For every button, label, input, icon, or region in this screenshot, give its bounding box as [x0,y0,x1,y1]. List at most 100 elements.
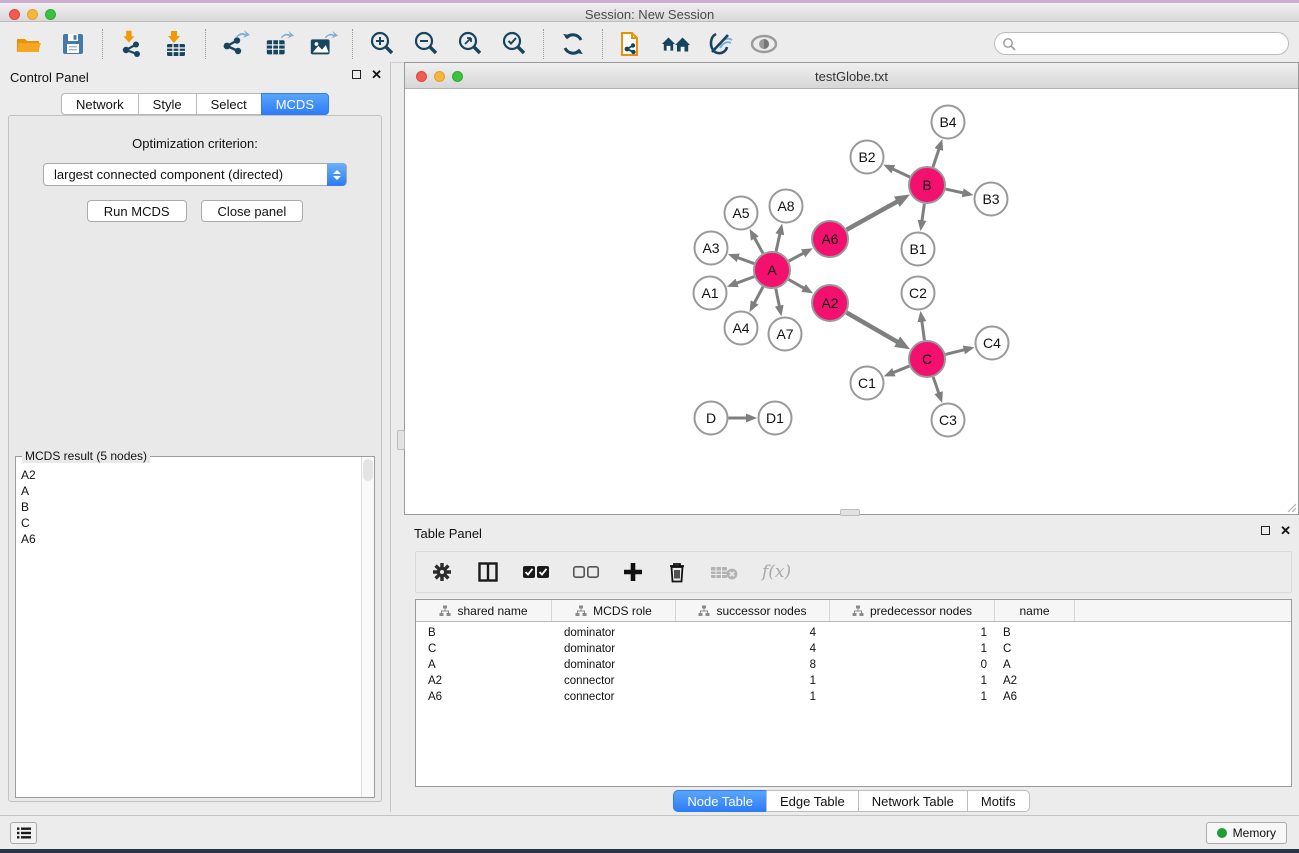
graph-edge-C-C3[interactable] [933,377,940,398]
float-panel-icon[interactable] [352,70,361,79]
import-table-button[interactable] [161,29,191,59]
refresh-button[interactable] [558,29,588,59]
mcds-result-item[interactable]: C [21,515,360,531]
graph-node-A[interactable]: A [754,252,790,288]
column-header-predecessor-nodes[interactable]: predecessor nodes [830,600,995,621]
table-settings-button[interactable] [430,560,454,584]
graph-node-B1[interactable]: B1 [902,233,935,266]
tab-mcds[interactable]: MCDS [261,93,329,115]
function-builder-button[interactable]: f(x) [762,562,791,582]
graph-node-D1[interactable]: D1 [759,402,792,435]
graph-edge-A-A8[interactable] [776,228,781,251]
graph-node-C3[interactable]: C3 [932,404,965,437]
mcds-result-item[interactable]: A6 [21,531,360,547]
column-header-shared-name[interactable]: shared name [416,600,552,621]
graph-node-C[interactable]: C [909,341,945,377]
run-mcds-button[interactable]: Run MCDS [87,200,187,222]
graph-edge-C-C1[interactable] [888,366,909,374]
tab-style[interactable]: Style [138,93,196,115]
graph-edge-A-A7[interactable] [776,289,781,312]
delete-column-button[interactable] [666,560,688,584]
column-header-MCDS-role[interactable]: MCDS role [552,600,676,621]
result-scrollbar[interactable] [361,457,374,797]
result-scrollbar-thumb[interactable] [363,459,373,481]
graph-node-A1[interactable]: A1 [694,277,727,310]
optimization-criterion-select[interactable]: largest connected component (directed) [43,163,347,186]
export-network-button[interactable] [220,29,250,59]
graph-edge-A-A1[interactable] [731,277,754,285]
graph-node-A7[interactable]: A7 [769,318,802,351]
graph-edge-B-B2[interactable] [888,167,910,177]
float-table-panel-icon[interactable] [1261,526,1270,535]
tab-select[interactable]: Select [196,93,261,115]
graph-node-C2[interactable]: C2 [902,277,935,310]
graph-node-B2[interactable]: B2 [851,141,884,174]
save-session-button[interactable] [58,29,88,59]
graph-edge-A2-C[interactable] [846,312,904,346]
graph-node-A3[interactable]: A3 [695,232,728,265]
mcds-result-item[interactable]: B [21,499,360,515]
tab-node-table[interactable]: Node Table [673,790,766,812]
home-button[interactable] [661,29,691,59]
graph-edge-C-C4[interactable] [945,348,969,354]
graph-edge-B-B3[interactable] [946,189,969,194]
graph-node-A8[interactable]: A8 [770,190,803,223]
search-input[interactable] [994,32,1289,55]
splitter-grip-left[interactable] [397,430,405,450]
graph-node-A6[interactable]: A6 [812,221,848,257]
graph-node-B3[interactable]: B3 [975,183,1008,216]
graph-node-D[interactable]: D [695,402,728,435]
close-panel-button[interactable]: Close panel [201,200,304,222]
column-header-successor-nodes[interactable]: successor nodes [676,600,830,621]
destroy-table-button[interactable] [710,563,740,581]
graph-edge-A-A6[interactable] [789,251,809,262]
export-image-button[interactable] [308,29,338,59]
birds-eye-button[interactable] [749,29,779,59]
zoom-out-button[interactable] [411,29,441,59]
column-browse-button[interactable] [476,560,500,584]
graph-node-C1[interactable]: C1 [851,367,884,400]
table-row[interactable]: Bdominator41B [416,625,1291,641]
close-table-panel-icon[interactable]: ✕ [1280,526,1291,535]
graph-edge-A-A5[interactable] [752,233,763,253]
graph-node-A5[interactable]: A5 [725,197,758,230]
resize-grip-icon[interactable] [1285,501,1297,513]
add-column-button[interactable] [622,561,644,583]
graph-node-A2[interactable]: A2 [812,285,848,321]
duplicate-network-button[interactable] [617,29,647,59]
graph-edge-B-B4[interactable] [933,144,941,167]
splitter-grip-bottom[interactable] [840,509,860,516]
graph-edge-C-C2[interactable] [921,316,924,340]
export-table-button[interactable] [264,29,294,59]
zoom-selected-button[interactable] [499,29,529,59]
mcds-result-item[interactable]: A2 [21,467,360,483]
graph-node-B4[interactable]: B4 [932,106,965,139]
tab-edge-table[interactable]: Edge Table [766,790,858,812]
tab-network[interactable]: Network [61,93,138,115]
graph-node-B[interactable]: B [909,167,945,203]
tab-network-table[interactable]: Network Table [858,790,967,812]
graph-edge-A-A2[interactable] [789,279,809,291]
graph-edge-A6-B[interactable] [847,198,905,230]
tab-motifs[interactable]: Motifs [967,790,1030,812]
deselect-all-button[interactable] [572,564,600,580]
table-row[interactable]: Adominator80A [416,657,1291,673]
column-header-name[interactable]: name [995,600,1075,621]
graphics-details-button[interactable] [705,29,735,59]
close-panel-icon[interactable]: ✕ [371,70,382,79]
import-network-button[interactable] [117,29,147,59]
memory-button[interactable]: Memory [1206,822,1287,844]
zoom-in-button[interactable] [367,29,397,59]
graph-node-C4[interactable]: C4 [976,327,1009,360]
graph-edge-A-A3[interactable] [733,256,755,264]
table-row[interactable]: A6connector11A6 [416,689,1291,705]
zoom-fit-button[interactable] [455,29,485,59]
open-session-button[interactable] [14,29,44,59]
mcds-result-item[interactable]: A [21,483,360,499]
graph-node-A4[interactable]: A4 [725,312,758,345]
table-row[interactable]: Cdominator41C [416,641,1291,657]
graph-edge-A-A4[interactable] [752,287,763,308]
select-all-button[interactable] [522,564,550,580]
show-panels-button[interactable] [10,822,37,844]
graph-edge-B-B1[interactable] [921,204,924,227]
